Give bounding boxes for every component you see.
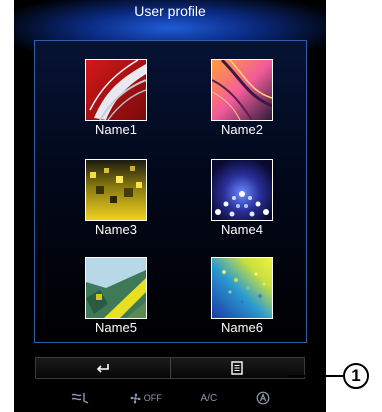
back-arrow-icon [96, 364, 109, 373]
climate-bar: OFF A/C [70, 389, 270, 407]
fan-button[interactable]: OFF [129, 392, 162, 405]
profile-image-yellow-blue-halftone[interactable] [211, 257, 273, 319]
profile-name[interactable]: Name2 [209, 122, 275, 137]
profile-image-blue-light-dots[interactable] [211, 159, 273, 221]
profile-name[interactable]: Name5 [83, 320, 149, 335]
air-distribution-button[interactable] [70, 391, 90, 405]
callout-leader-line [288, 375, 344, 377]
profile-image-green-yellow-abstract[interactable] [85, 257, 147, 319]
profile-grid: Name1 Name2 Name3 Name4 Name5 Name6 [34, 40, 307, 343]
ac-label: A/C [200, 392, 218, 404]
back-button[interactable] [36, 358, 170, 378]
callout-marker: 1 [343, 363, 369, 389]
profile-tile-3[interactable]: Name3 [83, 159, 149, 237]
profile-tile-1[interactable]: Name1 [83, 59, 149, 137]
fan-status: OFF [143, 393, 162, 403]
context-menu-icon [231, 361, 243, 375]
profile-name[interactable]: Name3 [83, 222, 149, 237]
context-menu-button[interactable] [169, 358, 305, 378]
auto-climate-button[interactable] [256, 391, 270, 405]
seat-airflow-icon [71, 393, 89, 404]
profile-tile-6[interactable]: Name6 [209, 257, 275, 335]
profile-image-pink-orange-lines[interactable] [211, 59, 273, 121]
profile-image-red-silver-wave[interactable] [85, 59, 147, 121]
bottom-toolbar [35, 357, 305, 379]
page-title: User profile [134, 3, 206, 19]
profile-tile-2[interactable]: Name2 [209, 59, 275, 137]
profile-name[interactable]: Name1 [83, 122, 149, 137]
auto-climate-icon [256, 391, 270, 405]
head-unit-screen: User profile Name1 Name2 Name3 Name4 Nam… [14, 0, 326, 412]
profile-name[interactable]: Name4 [209, 222, 275, 237]
profile-image-yellow-pixel-gradient[interactable] [85, 159, 147, 221]
profile-name[interactable]: Name6 [209, 320, 275, 335]
ac-button[interactable]: A/C [201, 393, 218, 404]
profile-tile-4[interactable]: Name4 [209, 159, 275, 237]
fan-icon [130, 392, 141, 404]
profile-tile-5[interactable]: Name5 [83, 257, 149, 335]
